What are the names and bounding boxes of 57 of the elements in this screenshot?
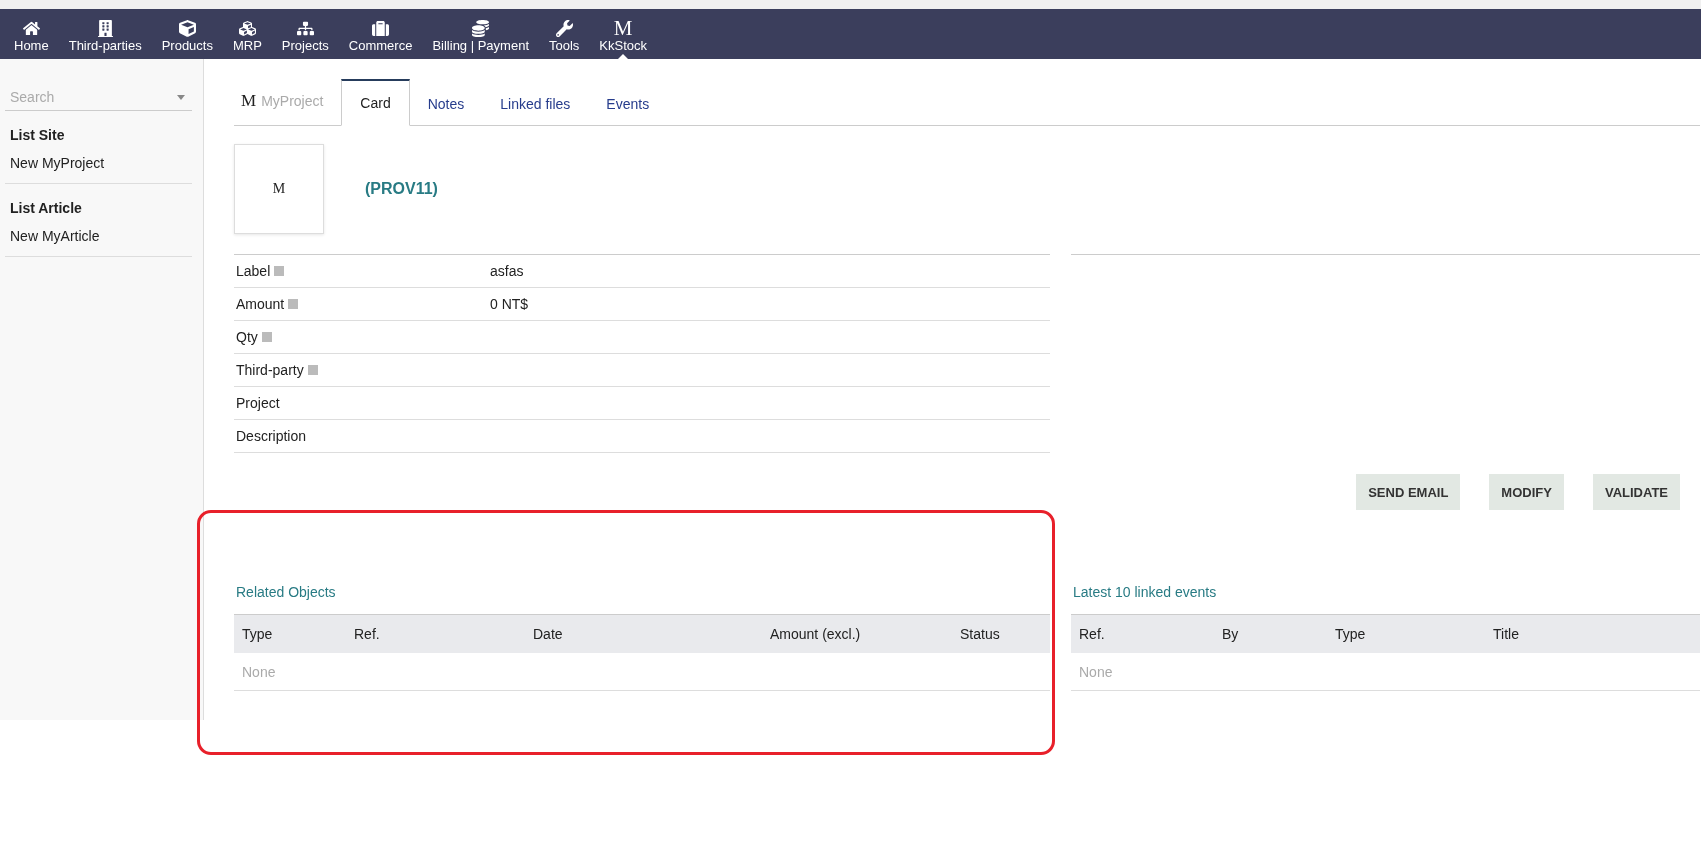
building-icon [96,18,114,38]
menu-item[interactable]: Third-parties [58,9,152,59]
section-title: Latest 10 linked events [1072,584,1218,600]
column-header: Date [532,626,564,642]
menu-item[interactable]: Commerce [338,9,423,59]
tab[interactable]: Notes [409,94,483,126]
wrench-icon [555,18,573,38]
field-label: Label [236,263,271,279]
cube-icon [178,18,196,38]
menu-item[interactable]: Tools [539,9,590,59]
tab[interactable]: Card [341,79,410,126]
column-header: Ref. [1078,626,1106,642]
menu-glyph: M [613,18,633,38]
help-icon[interactable] [274,266,285,276]
menu-item[interactable]: Home [4,9,59,59]
menu-item[interactable]: Billing | Payment [422,9,539,59]
coins-icon [472,18,490,38]
menu-item[interactable]: Projects [271,9,339,59]
column-header: By [1221,626,1240,642]
menu-item[interactable]: Products [151,9,223,59]
field-label: Third-party [236,362,304,378]
sidebar-link[interactable]: New MyProject [10,155,187,171]
sidebar-heading: List Article [10,200,83,216]
sidebar-heading: List Site [10,127,66,143]
field-label: Project [236,395,280,411]
menu-item[interactable]: M KkStock [589,9,658,59]
menu-item[interactable]: MRP [222,9,272,59]
field-value: 0 NT$ [490,296,529,312]
column-header: Amount (excl.) [769,626,862,642]
section-title: Related Objects [235,584,337,600]
help-icon[interactable] [288,299,299,309]
empty-message: None [1079,663,1113,680]
field-label: Description [236,428,307,444]
column-header: Title [1492,626,1520,642]
help-icon[interactable] [307,365,318,375]
field-value: asfas [490,263,524,279]
field-label: Qty [236,329,258,345]
column-header: Status [959,626,1001,642]
module-title: MyProject [261,93,324,109]
module-glyph: M [241,91,257,111]
column-header: Type [241,626,274,642]
field-label: Amount [236,296,285,312]
action-button[interactable]: VALIDATE [1592,474,1680,510]
logo-box: M [234,144,324,234]
column-header: Type [1334,626,1367,642]
briefcase-icon [372,18,390,38]
column-header: Ref. [353,626,381,642]
action-button[interactable]: MODIFY [1489,474,1564,510]
tab[interactable]: Linked files [482,94,589,126]
sidebar-link[interactable]: New MyArticle [10,228,187,244]
help-icon[interactable] [261,332,272,342]
cubes-icon [238,18,256,38]
search-field[interactable]: Search [5,83,192,111]
record-ref: (PROV11) [365,180,438,198]
tab[interactable]: Events [588,94,668,126]
action-button[interactable]: SEND EMAIL [1356,474,1461,510]
empty-message: None [242,663,276,680]
